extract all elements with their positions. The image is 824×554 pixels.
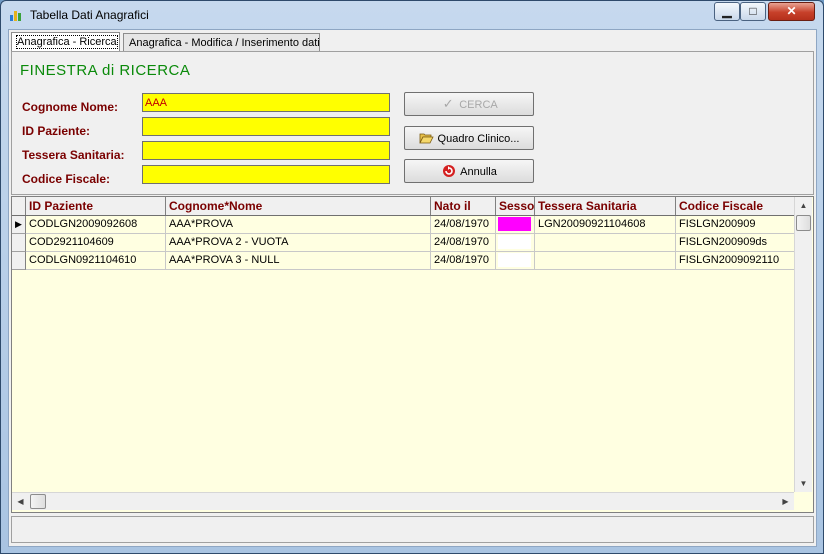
codice-fiscale-input[interactable] bbox=[142, 165, 390, 184]
scroll-up-icon[interactable]: ▲ bbox=[795, 197, 812, 214]
scroll-left-icon[interactable]: ◀ bbox=[12, 493, 29, 510]
cell-tessera[interactable] bbox=[535, 252, 676, 270]
horizontal-scroll-thumb[interactable] bbox=[30, 494, 46, 509]
quadro-clinico-button[interactable]: Quadro Clinico... bbox=[404, 126, 534, 150]
cell-nato[interactable]: 24/08/1970 bbox=[431, 216, 496, 234]
status-bar bbox=[11, 516, 814, 543]
main-window: Tabella Dati Anagrafici ▁ □ ✕ Anagrafica… bbox=[0, 0, 824, 554]
minimize-button[interactable]: ▁ bbox=[714, 2, 740, 21]
cognome-nome-label: Cognome Nome: bbox=[22, 100, 118, 114]
vertical-scrollbar[interactable]: ▲ ▼ bbox=[794, 197, 812, 492]
header-nato-il[interactable]: Nato il bbox=[431, 197, 496, 215]
client-area: Anagrafica - Ricerca Anagrafica - Modifi… bbox=[8, 29, 817, 547]
current-row-indicator: ▶ bbox=[12, 216, 26, 234]
table-row[interactable]: ▶ CODLGN2009092608 AAA*PROVA 24/08/1970 … bbox=[12, 216, 796, 234]
header-cognome-nome[interactable]: Cognome*Nome bbox=[166, 197, 431, 215]
cell-id[interactable]: CODLGN0921104610 bbox=[26, 252, 166, 270]
cell-nato[interactable]: 24/08/1970 bbox=[431, 234, 496, 252]
cell-cf[interactable]: FISLGN200909ds bbox=[676, 234, 796, 252]
cell-nato[interactable]: 24/08/1970 bbox=[431, 252, 496, 270]
check-icon: ✓ bbox=[442, 96, 454, 111]
cell-nome[interactable]: AAA*PROVA 3 - NULL bbox=[166, 252, 431, 270]
table-row[interactable]: CODLGN0921104610 AAA*PROVA 3 - NULL 24/0… bbox=[12, 252, 796, 270]
cognome-nome-input[interactable] bbox=[142, 93, 390, 112]
row-indicator bbox=[12, 234, 26, 252]
cell-id[interactable]: CODLGN2009092608 bbox=[26, 216, 166, 234]
vertical-scroll-thumb[interactable] bbox=[796, 215, 811, 231]
cerca-button[interactable]: ✓ CERCA bbox=[404, 92, 534, 116]
header-id-paziente[interactable]: ID Paziente bbox=[26, 197, 166, 215]
id-paziente-input[interactable] bbox=[142, 117, 390, 136]
header-codice-fiscale[interactable]: Codice Fiscale bbox=[676, 197, 796, 215]
header-tessera-sanitaria[interactable]: Tessera Sanitaria bbox=[535, 197, 676, 215]
cell-nome[interactable]: AAA*PROVA 2 - VUOTA bbox=[166, 234, 431, 252]
tessera-sanitaria-label: Tessera Sanitaria: bbox=[22, 148, 125, 162]
sesso-swatch bbox=[498, 253, 531, 267]
results-grid: ID Paziente Cognome*Nome Nato il Sesso T… bbox=[11, 196, 814, 513]
tessera-sanitaria-input[interactable] bbox=[142, 141, 390, 160]
annulla-label: Annulla bbox=[460, 166, 497, 178]
app-icon bbox=[10, 11, 21, 21]
cell-cf[interactable]: FISLGN2009092110 bbox=[676, 252, 796, 270]
cell-sesso[interactable] bbox=[496, 252, 535, 270]
cell-nome[interactable]: AAA*PROVA bbox=[166, 216, 431, 234]
header-sesso[interactable]: Sesso bbox=[496, 197, 535, 215]
tab-ricerca-label: Anagrafica - Ricerca bbox=[16, 35, 118, 49]
cerca-label: CERCA bbox=[459, 99, 498, 111]
cell-id[interactable]: COD2921104609 bbox=[26, 234, 166, 252]
title-bar[interactable]: Tabella Dati Anagrafici ▁ □ ✕ bbox=[1, 1, 823, 29]
scroll-right-icon[interactable]: ▶ bbox=[777, 493, 794, 510]
maximize-button[interactable]: □ bbox=[740, 2, 766, 21]
close-button[interactable]: ✕ bbox=[768, 2, 815, 21]
horizontal-scrollbar[interactable]: ◀ ▶ bbox=[12, 492, 794, 510]
tab-modifica-label: Anagrafica - Modifica / Inserimento dati bbox=[129, 37, 320, 49]
tab-ricerca[interactable]: Anagrafica - Ricerca bbox=[11, 32, 120, 51]
undo-icon bbox=[441, 160, 457, 182]
sesso-swatch bbox=[498, 235, 531, 249]
header-indicator bbox=[12, 197, 26, 215]
codice-fiscale-label: Codice Fiscale: bbox=[22, 172, 111, 186]
cell-tessera[interactable] bbox=[535, 234, 676, 252]
folder-open-icon bbox=[419, 127, 435, 149]
tab-modifica[interactable]: Anagrafica - Modifica / Inserimento dati bbox=[123, 33, 320, 52]
annulla-button[interactable]: Annulla bbox=[404, 159, 534, 183]
cell-tessera[interactable]: LGN20090921104608 bbox=[535, 216, 676, 234]
cell-cf[interactable]: FISLGN200909 bbox=[676, 216, 796, 234]
sesso-swatch bbox=[498, 217, 531, 231]
cell-sesso[interactable] bbox=[496, 234, 535, 252]
search-heading: FINESTRA di RICERCA bbox=[20, 62, 191, 79]
table-row[interactable]: COD2921104609 AAA*PROVA 2 - VUOTA 24/08/… bbox=[12, 234, 796, 252]
search-panel: FINESTRA di RICERCA Cognome Nome: ID Paz… bbox=[11, 51, 814, 195]
grid-header: ID Paziente Cognome*Nome Nato il Sesso T… bbox=[12, 197, 796, 216]
id-paziente-label: ID Paziente: bbox=[22, 124, 91, 138]
scroll-down-icon[interactable]: ▼ bbox=[795, 475, 812, 492]
quadro-clinico-label: Quadro Clinico... bbox=[437, 133, 520, 145]
row-indicator bbox=[12, 252, 26, 270]
cell-sesso[interactable] bbox=[496, 216, 535, 234]
window-title: Tabella Dati Anagrafici bbox=[30, 8, 149, 22]
